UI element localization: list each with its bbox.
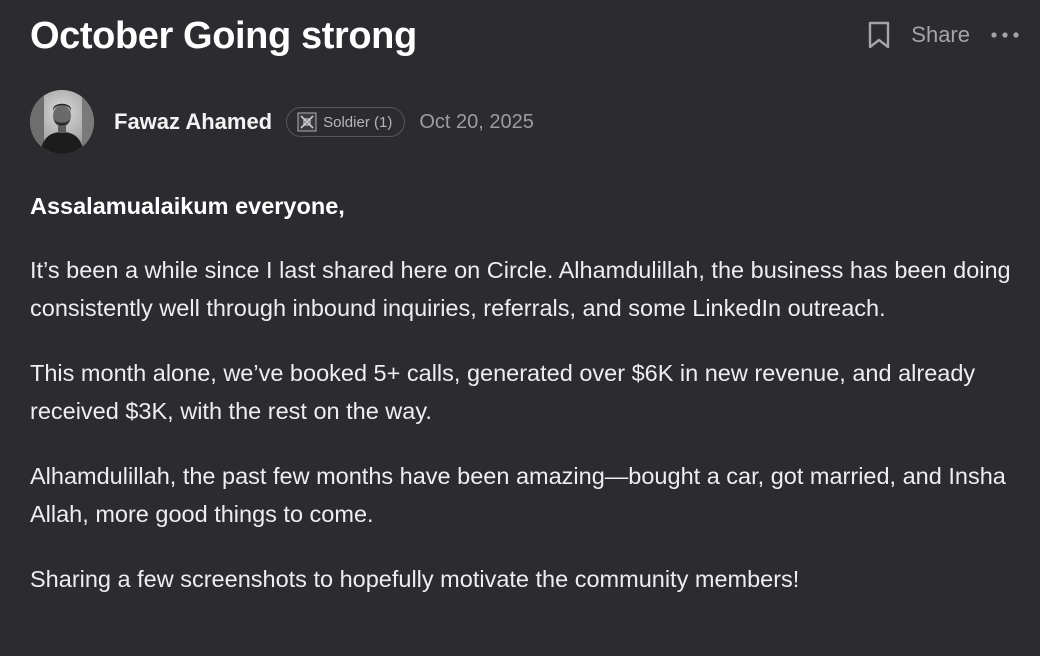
- author-row: Fawaz Ahamed Soldier (1) Oct 20, 2025: [30, 90, 534, 154]
- soldier-badge-icon: [297, 112, 317, 132]
- more-horizontal-icon: [991, 32, 1019, 38]
- author-name[interactable]: Fawaz Ahamed: [114, 109, 272, 135]
- post-greeting: Assalamualaikum everyone,: [30, 193, 345, 219]
- post-paragraph: This month alone, we’ve booked 5+ calls,…: [30, 359, 976, 425]
- bookmark-button[interactable]: [865, 18, 893, 52]
- share-button[interactable]: Share: [911, 17, 970, 53]
- post-paragraph: Sharing a few screenshots to hopefully m…: [30, 565, 800, 592]
- more-options-button[interactable]: [990, 20, 1020, 50]
- post-paragraph: Alhamdulillah, the past few months have …: [30, 462, 1006, 528]
- bookmark-icon: [869, 21, 890, 49]
- avatar-photo: [30, 90, 94, 154]
- post-body: Assalamualaikum everyone, It’s been a wh…: [30, 187, 1030, 624]
- post-container: October Going strong Share Fawaz Ahamed …: [0, 0, 1040, 656]
- post-paragraph: It’s been a while since I last shared he…: [30, 256, 1011, 322]
- badge-label: Soldier (1): [323, 113, 393, 131]
- post-title: October Going strong: [30, 15, 417, 57]
- post-date: Oct 20, 2025: [419, 110, 534, 133]
- author-avatar[interactable]: [30, 90, 94, 154]
- member-badge: Soldier (1): [286, 107, 406, 137]
- post-actions: Share: [865, 17, 1020, 53]
